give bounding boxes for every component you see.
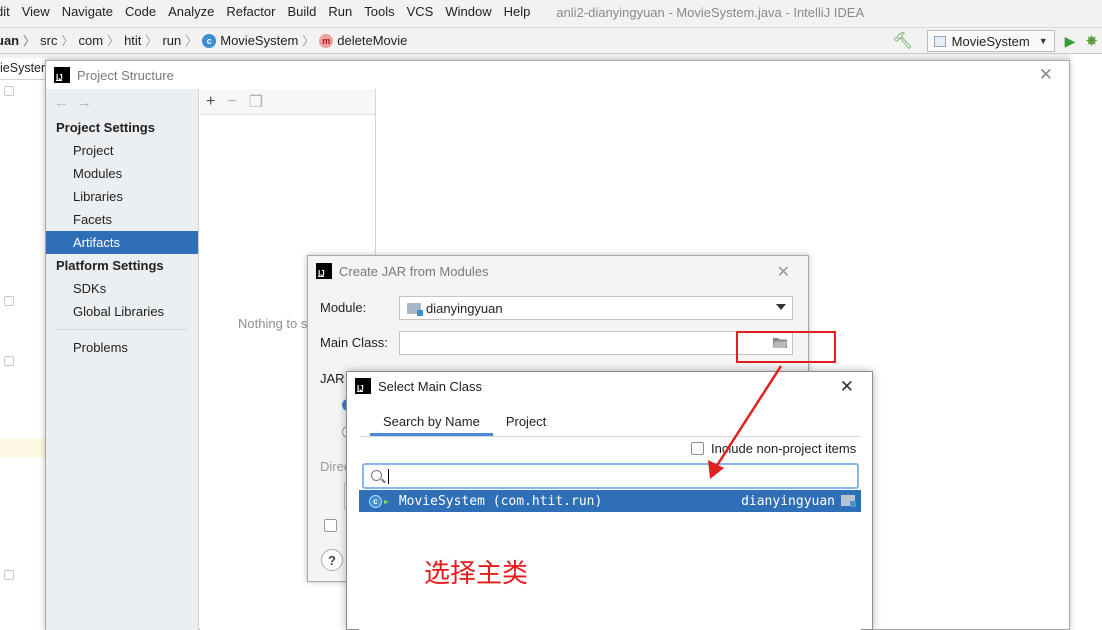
tab-search-by-name[interactable]: Search by Name (370, 409, 493, 436)
search-icon (371, 470, 382, 481)
result-module-name: dianyingyuan (741, 493, 835, 509)
sidebar-item-libraries[interactable]: Libraries (46, 185, 198, 208)
editor-tab[interactable]: ieSystem (0, 58, 46, 80)
editor-right-area (1070, 54, 1102, 630)
breadcrumb-run[interactable]: run 〉 (162, 32, 202, 49)
remove-icon[interactable]: − (227, 93, 236, 111)
module-value: dianyingyuan (426, 300, 503, 316)
debug-bug-icon[interactable]: ✸ (1085, 32, 1098, 50)
class-icon: c (369, 494, 382, 508)
chevron-down-icon (776, 304, 786, 310)
breadcrumb-src[interactable]: src 〉 (40, 32, 78, 49)
sidebar-item-modules[interactable]: Modules (46, 162, 198, 185)
main-class-label: Main Class: (320, 335, 388, 350)
window-title: anli2-dianyingyuan - MovieSystem.java - … (556, 4, 865, 20)
breadcrumb-class[interactable]: c MovieSystem 〉 (202, 32, 319, 49)
menu-bar: dit View Navigate Code Analyze Refactor … (0, 0, 1102, 24)
intellij-logo-icon: IJ (355, 378, 371, 394)
text-cursor (388, 469, 389, 484)
menu-window[interactable]: Window (439, 0, 497, 24)
sidebar-item-problems[interactable]: Problems (46, 336, 198, 359)
menu-run[interactable]: Run (322, 0, 358, 24)
menu-tools[interactable]: Tools (358, 0, 400, 24)
tab-project[interactable]: Project (493, 409, 559, 436)
module-select[interactable]: dianyingyuan (399, 296, 793, 320)
class-search-input[interactable] (362, 463, 859, 489)
dialog-titlebar: IJ Create JAR from Modules (308, 256, 808, 286)
module-folder-icon (407, 302, 423, 316)
include-tests-checkbox[interactable] (324, 519, 337, 532)
forward-arrow-icon[interactable]: → (77, 94, 100, 111)
sidebar-item-global-libraries[interactable]: Global Libraries (46, 300, 198, 323)
menu-navigate[interactable]: Navigate (56, 0, 119, 24)
dialog-titlebar: IJ Select Main Class (347, 372, 872, 400)
run-play-icon[interactable]: ▶ (1065, 33, 1076, 50)
annotation-highlight-box (736, 331, 836, 363)
run-config-icon (933, 35, 946, 47)
menu-analyze[interactable]: Analyze (162, 0, 220, 24)
editor-gutter (0, 80, 46, 630)
fold-marker-icon[interactable] (4, 356, 14, 366)
fold-marker-icon[interactable] (4, 86, 14, 96)
intellij-logo-icon: IJ (316, 263, 332, 279)
sidebar-item-sdks[interactable]: SDKs (46, 277, 198, 300)
back-arrow-icon[interactable]: ← (54, 94, 77, 111)
artifacts-toolbar: + − ❐ (200, 89, 375, 115)
sidebar-item-facets[interactable]: Facets (46, 208, 198, 231)
jar-options-label: JAR (320, 371, 345, 386)
sidebar-divider (56, 329, 188, 330)
close-icon[interactable]: ✕ (840, 377, 854, 397)
dialog-titlebar: IJ Project Structure (46, 61, 1069, 89)
select-main-class-dialog: IJ Select Main Class ✕ Search by Name Pr… (346, 371, 873, 630)
dialog-title: Select Main Class (378, 378, 483, 394)
menu-code[interactable]: Code (119, 0, 162, 24)
class-result-row[interactable]: c ▶ MovieSystem (com.htit.run) dianyingy… (359, 490, 861, 512)
add-icon[interactable]: + (206, 93, 215, 111)
breadcrumb-htit[interactable]: htit 〉 (124, 32, 162, 49)
runnable-icon: ▶ (384, 496, 389, 506)
menu-edit[interactable]: dit (0, 0, 16, 24)
fold-marker-icon[interactable] (4, 296, 14, 306)
breadcrumb-com[interactable]: com 〉 (79, 32, 125, 49)
run-toolbar: 🔨︎ MovieSystem ▼ ▶ ✸ (892, 28, 1102, 54)
menu-vcs[interactable]: VCS (401, 0, 440, 24)
main-class-field[interactable] (399, 331, 793, 355)
platform-settings-header: Platform Settings (56, 258, 164, 273)
close-icon[interactable]: ✕ (1039, 66, 1053, 83)
sidebar-item-artifacts[interactable]: Artifacts (46, 231, 198, 254)
run-config-label: MovieSystem (951, 33, 1030, 49)
menu-refactor[interactable]: Refactor (220, 0, 281, 24)
chevron-down-icon: ▼ (1038, 36, 1048, 46)
dialog-title: Project Structure (77, 67, 174, 83)
tab-divider (360, 436, 860, 437)
module-label: Module: (320, 300, 367, 315)
history-arrows: ← → (46, 89, 198, 116)
method-icon: m (319, 33, 334, 48)
settings-sidebar: ← → Project Settings Project Modules Libr… (46, 89, 199, 630)
run-config-select[interactable]: MovieSystem ▼ (926, 30, 1055, 52)
empty-state-text: Nothing to s (238, 316, 308, 331)
menu-view[interactable]: View (16, 0, 56, 24)
breadcrumb-method[interactable]: m deleteMovie (319, 33, 407, 48)
menu-build[interactable]: Build (281, 0, 322, 24)
module-folder-icon (841, 495, 856, 507)
include-non-project-checkbox[interactable] (691, 442, 704, 455)
navigation-bar: uan〉 src〉 com〉 htit〉 run〉 cMovieSystem〉 … (0, 27, 1102, 54)
breadcrumb-project[interactable]: uan〉 (0, 32, 40, 49)
intellij-logo-icon: IJ (54, 67, 70, 83)
project-settings-header: Project Settings (56, 120, 155, 135)
fold-marker-icon[interactable] (4, 570, 14, 580)
class-icon: c (202, 33, 217, 48)
menu-help[interactable]: Help (498, 0, 537, 24)
close-icon[interactable]: ✕ (777, 262, 790, 282)
include-non-project-label: Include non-project items (711, 441, 857, 456)
sidebar-item-project[interactable]: Project (46, 139, 198, 162)
dialog-title: Create JAR from Modules (339, 263, 489, 279)
build-hammer-icon[interactable]: 🔨︎ (892, 31, 912, 51)
chooser-tabs: Search by Name Project (370, 409, 559, 436)
result-class-name: MovieSystem (com.htit.run) (398, 493, 603, 509)
help-button[interactable]: ? (321, 549, 343, 571)
copy-icon[interactable]: ❐ (249, 92, 263, 112)
annotation-text: 选择主类 (424, 559, 529, 589)
